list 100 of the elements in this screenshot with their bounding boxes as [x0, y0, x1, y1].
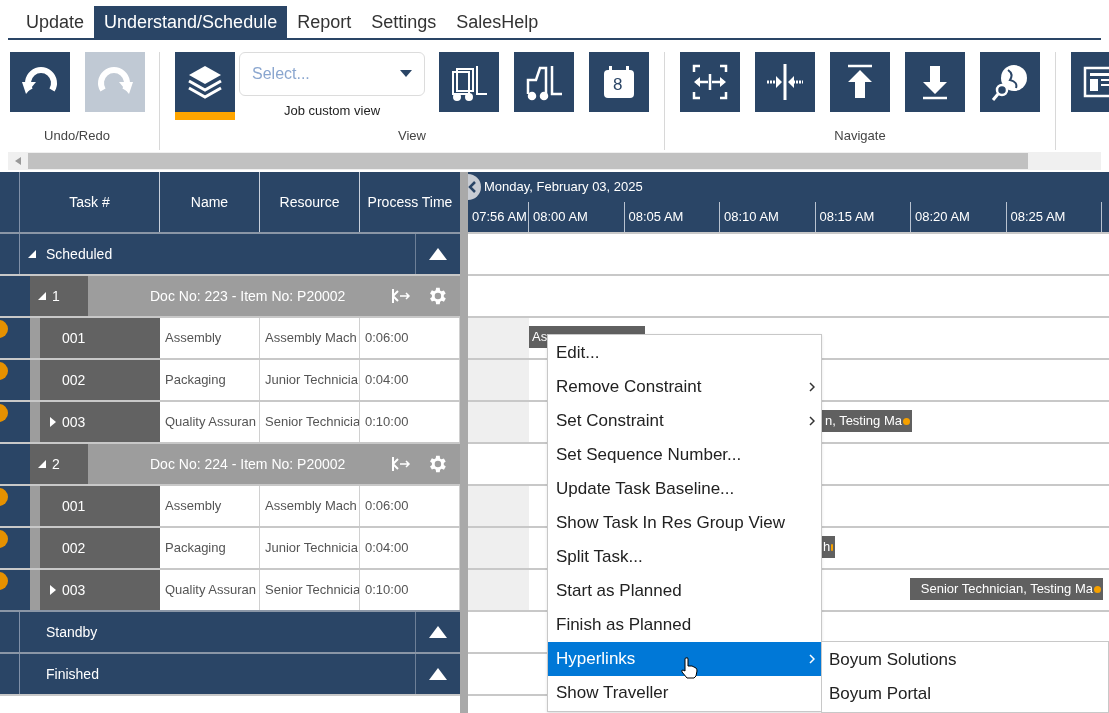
tab[interactable]: Report: [287, 6, 362, 38]
non-working-time-shading: [468, 486, 529, 526]
column-header[interactable]: Process Time: [360, 172, 460, 232]
task-number-cell[interactable]: 003: [30, 402, 160, 442]
table-cell: 0:10:00: [360, 402, 460, 442]
triangle-up-icon: [429, 248, 447, 260]
section-header[interactable]: Standby: [20, 612, 415, 652]
task-number-cell[interactable]: 001: [30, 486, 160, 526]
menu-item[interactable]: Show Traveller: [548, 676, 821, 710]
chevron-right-icon: [809, 382, 815, 392]
date-label: Monday, February 03, 2025: [484, 178, 643, 197]
tab[interactable]: SalesHelp: [446, 6, 549, 38]
table-cell: 0:06:00: [360, 318, 460, 358]
chevron-right-icon: [809, 416, 815, 426]
calendar-button[interactable]: 8: [589, 52, 649, 112]
section-label: Scheduled: [46, 244, 113, 264]
section-header[interactable]: Finished: [20, 654, 415, 694]
task-bar-label: n, Testing Ma: [823, 412, 902, 431]
fit-button[interactable]: [680, 52, 740, 112]
task-number-cell[interactable]: 002: [30, 528, 160, 568]
menu-item[interactable]: Show Task In Res Group View: [548, 506, 821, 540]
group-label: View: [397, 127, 427, 145]
table-cell: 0:10:00: [360, 570, 460, 610]
non-working-time-shading: [468, 360, 529, 400]
calendar-day: 8: [613, 75, 623, 95]
table-cell: Assembly Mach: [260, 486, 360, 526]
triangle-up-icon: [429, 626, 447, 638]
table-cell: Assembly: [160, 486, 260, 526]
time-header: 08:25 AM: [1006, 202, 1102, 232]
non-working-time-shading: [468, 570, 529, 610]
table-cell: Assembly: [160, 318, 260, 358]
chevron-right-icon: [809, 654, 815, 664]
table-cell: Quality Assuran: [160, 570, 260, 610]
menu-item[interactable]: Start as Planned: [548, 574, 821, 608]
job-number[interactable]: 2: [30, 444, 88, 484]
task-bar[interactable]: n, Testing Ma: [820, 410, 912, 432]
time-header: 08:05 AM: [624, 202, 720, 232]
table-cell: Quality Assuran: [160, 402, 260, 442]
time-header: 08:20 AM: [911, 202, 1007, 232]
time-header: 08:15 AM: [815, 202, 911, 232]
menu-item[interactable]: Hyperlinks: [548, 642, 821, 676]
non-working-time-shading: [468, 528, 529, 568]
table-cell: Junior Technicia: [260, 528, 360, 568]
task-bar-label: As: [532, 328, 548, 347]
bottom-button[interactable]: [905, 52, 965, 112]
menu-item[interactable]: Set Constraint: [548, 404, 821, 438]
hand-cursor-icon: [680, 657, 698, 679]
table-cell: Junior Technicia: [260, 360, 360, 400]
submenu-item[interactable]: Boyum Solutions: [822, 643, 1108, 677]
forklift-button[interactable]: [514, 52, 574, 112]
table-cell: Packaging: [160, 360, 260, 400]
time-header: 08:10 AM: [720, 202, 816, 232]
tab[interactable]: Understand/Schedule: [94, 6, 288, 38]
task-bar-label: h: [823, 538, 831, 557]
table-cell: 0:04:00: [360, 528, 460, 568]
menu-item[interactable]: Split Task...: [548, 540, 821, 574]
task-number-cell[interactable]: 003: [30, 570, 160, 610]
select-caption: Job custom view: [283, 102, 381, 120]
non-working-time-shading: [468, 402, 529, 442]
column-header[interactable]: Resource: [260, 172, 360, 232]
group-label: Navigate: [833, 127, 887, 145]
table-cell: 0:06:00: [360, 486, 460, 526]
expand-icon: [50, 585, 56, 595]
collapse-icon: [28, 250, 36, 258]
section-label: Standby: [46, 622, 98, 642]
submenu-item[interactable]: Boyum Portal: [822, 677, 1108, 711]
task-number-cell[interactable]: 002: [30, 360, 160, 400]
column-header[interactable]: Name: [160, 172, 260, 232]
section-label: Finished: [46, 664, 99, 684]
top-button[interactable]: [830, 52, 890, 112]
arrow-right-icon[interactable]: [390, 455, 412, 473]
undo-button[interactable]: [10, 52, 70, 112]
globe-button[interactable]: [980, 52, 1040, 112]
collapse-icon: [38, 292, 46, 300]
center-button[interactable]: [755, 52, 815, 112]
collapse-icon: [38, 460, 46, 468]
layers-button[interactable]: [175, 52, 235, 120]
arrow-right-icon[interactable]: [390, 287, 412, 305]
menu-item[interactable]: Edit...: [548, 336, 821, 370]
menu-item[interactable]: Update Task Baseline...: [548, 472, 821, 506]
table-cell: Packaging: [160, 528, 260, 568]
task-bar-label: Senior Technician, Testing Ma: [919, 580, 1093, 599]
horizontal-scrollbar[interactable]: [8, 152, 1101, 170]
group-label: Undo/Redo: [43, 127, 111, 145]
forklifts-button[interactable]: [439, 52, 499, 112]
time-header: 08:00 AM: [529, 202, 625, 232]
menu-item[interactable]: Remove Constraint: [548, 370, 821, 404]
job-title: Doc No: 224 - Item No: P20002: [150, 454, 347, 474]
tab[interactable]: Update: [16, 6, 95, 38]
section-header[interactable]: Scheduled: [20, 234, 415, 274]
collapse-panel-icon[interactable]: [468, 174, 482, 200]
task-number-cell[interactable]: 001: [30, 318, 160, 358]
column-header[interactable]: Task #: [20, 172, 160, 232]
time-header: 07:56 AM: [468, 202, 529, 232]
triangle-up-icon: [429, 668, 447, 680]
job-number[interactable]: 1: [30, 276, 88, 316]
menu-item[interactable]: Finish as Planned: [548, 608, 821, 642]
tab[interactable]: Settings: [361, 6, 447, 38]
menu-item[interactable]: Set Sequence Number...: [548, 438, 821, 472]
task-bar[interactable]: Senior Technician, Testing Ma: [910, 578, 1103, 600]
